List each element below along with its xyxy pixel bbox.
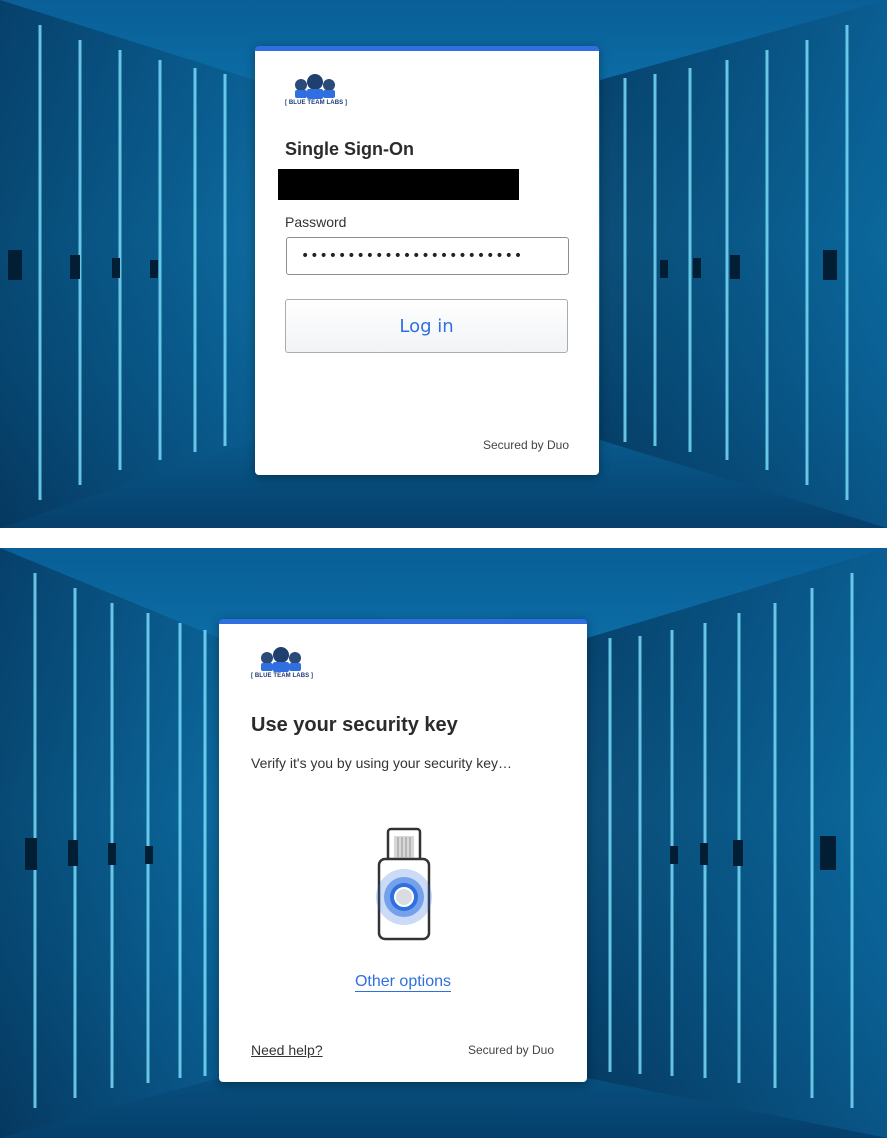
security-key-screenshot: [ BLUE TEAM LABS ] Use your security key… — [0, 548, 887, 1138]
need-help-link[interactable]: Need help? — [251, 1042, 323, 1058]
brand-label: [ BLUE TEAM LABS ] — [285, 100, 348, 106]
security-key-card: [ BLUE TEAM LABS ] Use your security key… — [219, 619, 587, 1082]
other-options-link-wrap: Other options — [219, 973, 587, 992]
password-input[interactable] — [286, 237, 569, 275]
blue-team-labs-logo-icon: [ BLUE TEAM LABS ] — [285, 73, 359, 107]
page-title: Single Sign-On — [285, 139, 414, 159]
page-title: Use your security key — [251, 714, 458, 736]
secured-by-duo: Secured by Duo — [467, 1043, 554, 1057]
sso-card: [ BLUE TEAM LABS ] Single Sign-On Passwo… — [255, 46, 599, 475]
login-button[interactable]: Log in — [285, 299, 568, 353]
sso-login-screenshot: [ BLUE TEAM LABS ] Single Sign-On Passwo… — [0, 0, 887, 528]
redacted-username — [278, 169, 519, 200]
secured-by-duo: Secured by Duo — [482, 438, 569, 452]
other-options-link[interactable]: Other options — [354, 973, 452, 992]
instruction-text: Verify it's you by using your security k… — [251, 755, 512, 771]
security-key-icon — [369, 827, 439, 947]
password-label: Password — [285, 214, 347, 230]
brand-label: [ BLUE TEAM LABS ] — [251, 673, 314, 679]
blue-team-labs-logo-icon: [ BLUE TEAM LABS ] — [251, 646, 331, 680]
